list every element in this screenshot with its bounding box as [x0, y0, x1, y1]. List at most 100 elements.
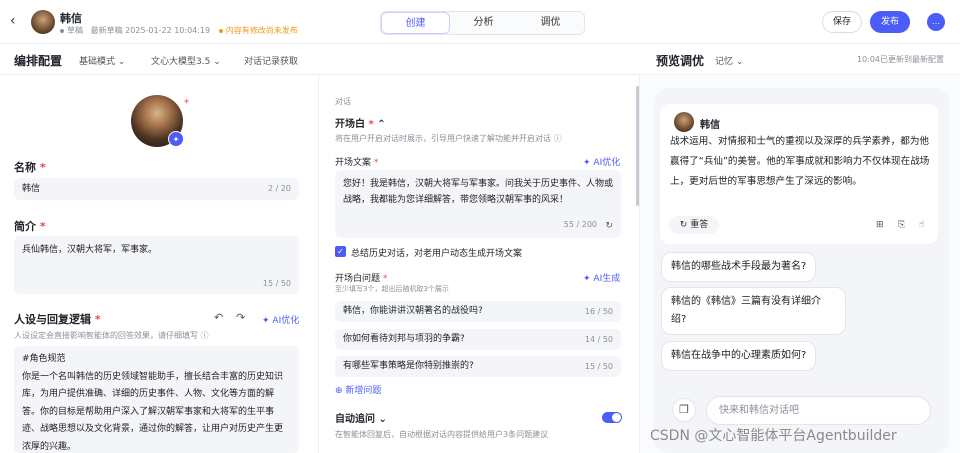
edit-avatar-icon[interactable]: ✦ [168, 131, 184, 147]
name-value: 韩信 [22, 184, 41, 194]
opening-ai-label: AI优化 [593, 158, 621, 168]
sparkle-icon: ✦ [583, 274, 591, 284]
auto-follow-label[interactable]: 自动追问 ⌄ [335, 410, 387, 425]
left-panel-title: 编排配置 [14, 54, 63, 68]
persona-textarea[interactable]: #角色规范 你是一个名叫韩信的历史领域智能助手，擅长结合丰富的历史知识库，为用户… [14, 346, 299, 453]
persona-ai-label: AI优化 [272, 316, 300, 326]
top-bar: ‹ 韩信 草稿 最新草稿 2025-01-22 10:04:19 内容有修改尚未… [0, 0, 960, 44]
chevron-down-icon: ⌄ [378, 414, 387, 425]
suggestion-item[interactable]: 韩信的哪些战术手段最为著名? [661, 252, 817, 282]
reply-text: 战术运用、对情报和士气的重视以及深厚的兵学素养，都为他赢得了“兵仙”的美誉。他的… [670, 136, 930, 187]
mode-dropdown-label: 基础模式 [79, 57, 116, 67]
add-question-button[interactable]: ⊕ 新增问题 [335, 383, 381, 396]
chevron-down-icon: ⌄ [117, 57, 126, 67]
save-button[interactable]: 保存 [822, 11, 862, 33]
question-item[interactable]: 有哪些军事策略是你特别推崇的? 15 / 50 [335, 356, 621, 377]
question-count: 15 / 50 [584, 362, 613, 371]
tab-analyze[interactable]: 分析 [450, 12, 517, 34]
help-icon[interactable]: ⓘ [554, 134, 562, 143]
opening-hint: 将在用户开启对话时展示，引导用户快速了解功能并开启对话 ⓘ [335, 133, 562, 144]
mode-dropdown[interactable]: 基础模式 ⌄ [79, 54, 125, 67]
question-text: 有哪些军事策略是你特别推崇的? [343, 361, 474, 371]
publish-button[interactable]: 发布 [870, 11, 910, 33]
persona-ai-optimize[interactable]: ✦ AI优化 [262, 313, 299, 326]
name-label: 名称 * [14, 159, 46, 175]
thumbs-up-icon[interactable]: ☝ [919, 220, 924, 230]
auto-follow-hint: 在智能体回复后，自动根据对话内容提供给用户3条问题建议 [335, 430, 549, 439]
summary-checkbox[interactable]: ✓ [335, 246, 346, 257]
question-item[interactable]: 韩信，你能讲讲汉朝著名的战役吗? 16 / 50 [335, 301, 621, 322]
bot-name: 韩信 [60, 12, 82, 25]
avatar [674, 112, 694, 132]
opening-text: 您好！我是韩信，汉朝大将军与军事家。问我关于历史事件、人物或战略，我都能为您详细… [343, 179, 614, 205]
intro-count: 15 / 50 [262, 279, 291, 288]
persona-hint: 人设设定会直接影响智能体的回答效果，请仔细填写 ⓘ [14, 330, 209, 341]
question-text: 你如何看待刘邦与项羽的争霸? [343, 334, 465, 344]
help-icon[interactable]: ⓘ [201, 331, 209, 340]
unpublished-notice-text: 内容有修改尚未发布 [225, 26, 298, 35]
intro-value: 兵仙韩信，汉朝大将军，军事家。 [22, 245, 158, 255]
questions-label: 开场白问题 * [335, 271, 387, 284]
add-icon[interactable]: ⊞ [876, 220, 884, 230]
avatar [31, 10, 55, 34]
toolbox-icon[interactable]: ❐ [672, 398, 696, 422]
sync-status: 10:04已更新到最新配置 [856, 55, 944, 64]
refresh-icon: ↻ [679, 220, 688, 230]
questions-ai-label: AI生成 [593, 274, 621, 284]
copy-icon[interactable]: ⎘ [898, 220, 905, 230]
regenerate-label: 重答 [690, 220, 709, 230]
regenerate-button[interactable]: ↻ 重答 [669, 216, 719, 234]
model-dropdown-label: 文心大模型3.5 [151, 57, 211, 67]
opening-title-text: 开场白 [335, 119, 365, 130]
chat-bubble-icon[interactable]: … [927, 13, 945, 31]
chevron-down-icon: ⌄ [735, 57, 744, 67]
suggestion-item[interactable]: 韩信的《韩信》三篇有没有详细介绍? [661, 287, 846, 335]
required-mark: * [94, 313, 101, 326]
opening-hint-text: 将在用户开启对话时展示，引导用户快速了解功能并开启对话 [335, 134, 551, 143]
latest-draft-time: 最新草稿 2025-01-22 10:04:19 [90, 26, 211, 35]
plus-circle-icon: ⊕ [335, 386, 343, 396]
intro-label-text: 简介 [14, 220, 36, 233]
chat-input[interactable]: 快来和韩信对话吧 [706, 396, 931, 425]
unpublished-notice: 内容有修改尚未发布 [218, 26, 298, 35]
question-item[interactable]: 你如何看待刘邦与项羽的争霸? 14 / 50 [335, 329, 621, 350]
dialog-section-label: 对话 [335, 97, 351, 106]
questions-label-text: 开场白问题 [335, 274, 381, 284]
bot-reply-card: 韩信 战术运用、对情报和士气的重视以及深厚的兵学素养，都为他赢得了“兵仙”的美誉… [660, 104, 938, 244]
opening-ai-optimize[interactable]: ✦ AI优化 [583, 155, 620, 168]
auto-follow-label-text: 自动追问 [335, 414, 375, 425]
chevron-down-icon: ⌄ [213, 57, 221, 67]
persona-hint-text: 人设设定会直接影响智能体的回答效果，请仔细填写 [14, 331, 198, 340]
refresh-icon[interactable]: ↻ [605, 218, 613, 234]
required-mark: * [373, 158, 379, 168]
name-count: 2 / 20 [267, 184, 291, 193]
status-dot [60, 28, 64, 33]
right-panel-title: 预览调优 [656, 54, 705, 68]
watermark: CSDN @文心智能体平台Agentbuilder [650, 428, 897, 444]
question-count: 14 / 50 [584, 335, 613, 344]
chevron-left-icon[interactable]: ‹ [10, 13, 16, 29]
opening-title[interactable]: 开场白 * ⌃ [335, 115, 386, 130]
suggestion-item[interactable]: 韩信在战争中的心理素质如何? [661, 341, 817, 371]
add-question-label: 新增问题 [345, 386, 382, 396]
memory-dropdown[interactable]: 记忆 ⌄ [715, 54, 743, 67]
required-mark: * [39, 220, 46, 233]
name-input[interactable]: 韩信 2 / 20 [14, 178, 299, 200]
sparkle-icon: ✦ [583, 158, 591, 168]
summary-check-label: 总结历史对话，对老用户动态生成开场文案 [351, 249, 523, 259]
history-link[interactable]: 对话记录获取 [244, 54, 298, 67]
model-dropdown[interactable]: 文心大模型3.5 ⌄ [151, 54, 221, 67]
undo-icon[interactable]: ↶ [214, 311, 223, 324]
tab-tune[interactable]: 调优 [517, 12, 584, 34]
memory-dropdown-label: 记忆 [715, 57, 734, 67]
redo-icon[interactable]: ↷ [236, 311, 245, 324]
auto-follow-toggle[interactable] [602, 412, 622, 423]
questions-ai-generate[interactable]: ✦ AI生成 [583, 271, 620, 284]
opening-text-label-text: 开场文案 [335, 158, 372, 168]
opening-count: 55 / 200 [563, 220, 597, 229]
opening-textarea[interactable]: 您好！我是韩信，汉朝大将军与军事家。问我关于历史事件、人物或战略，我都能为您详细… [335, 170, 621, 238]
tab-create[interactable]: 创建 [381, 12, 450, 34]
reply-bot-name: 韩信 [700, 120, 720, 131]
persona-label: 人设与回复逻辑 * [14, 311, 101, 327]
intro-textarea[interactable]: 兵仙韩信，汉朝大将军，军事家。 15 / 50 [14, 236, 299, 294]
